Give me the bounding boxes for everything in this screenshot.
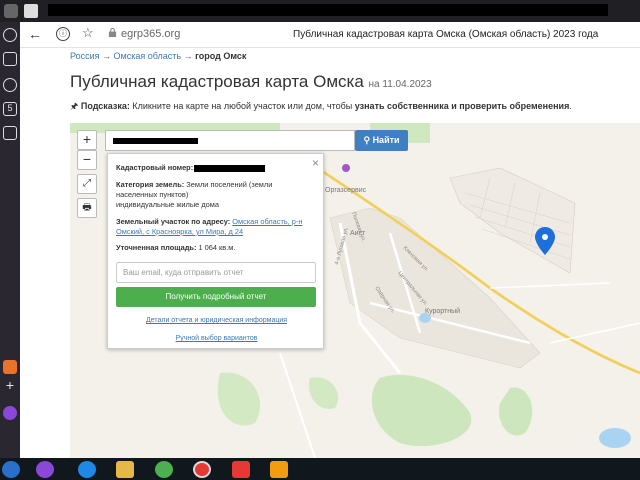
search-button-label: Найти	[372, 135, 400, 145]
map-green-area	[499, 387, 533, 436]
mail-app-icon[interactable]	[3, 360, 17, 374]
email-field[interactable]: Ваш email, куда отправить отчет	[116, 262, 316, 283]
media-player-icon[interactable]	[270, 461, 288, 478]
hint-text: Кликните на карте на любой участок или д…	[129, 101, 355, 111]
category-value-3: индивидуальные жилые дома	[116, 200, 219, 209]
map-water	[599, 428, 631, 448]
hint-end: .	[569, 101, 572, 111]
cad-number-row: Кадастровый номер:	[116, 163, 193, 173]
manual-choice-link[interactable]: Ручной выбор вариантов	[108, 335, 325, 342]
plots-area	[449, 167, 576, 274]
category-value-2: населенных пунктов)	[116, 190, 189, 199]
url-text[interactable]: egrp365.org	[121, 28, 180, 40]
windows-taskbar	[0, 458, 640, 480]
screenshot-root: 5 + ← ⓘ ☆ egrp365.org Публичная кадастро…	[0, 0, 640, 480]
breadcrumb-russia[interactable]: Россия	[70, 51, 100, 61]
address-row: Земельный участок по адресу: Омская обла…	[116, 217, 302, 227]
page-title: Публичная кадастровая карта Омска на 11.…	[70, 72, 432, 92]
map-label-kurort: Курортный	[425, 307, 460, 315]
address-bar: ← ⓘ ☆ egrp365.org Публичная кадастровая …	[20, 22, 640, 48]
back-arrow-icon[interactable]: ←	[28, 26, 42, 42]
breadcrumb-omsk-region[interactable]: Омская область	[114, 51, 182, 61]
map-green-area	[309, 377, 339, 409]
pin-icon: 🖈	[70, 101, 79, 111]
add-panel-icon[interactable]: +	[3, 378, 17, 392]
browser-tab-strip	[0, 0, 640, 22]
alice-taskbar-icon[interactable]	[36, 461, 54, 478]
play-icon[interactable]	[3, 78, 17, 92]
file-explorer-icon[interactable]	[116, 461, 134, 478]
map-green-area	[371, 374, 472, 447]
zoom-in-button[interactable]: +	[77, 130, 97, 150]
history-icon[interactable]	[3, 28, 17, 42]
ie-browser-icon[interactable]	[78, 461, 96, 478]
hint-label: Подсказка:	[80, 101, 130, 111]
parcel-info-popup: × Кадастровый номер: Категория земель: З…	[107, 153, 324, 349]
breadcrumb-separator: →	[102, 51, 112, 61]
protect-icon[interactable]: ⓘ	[56, 27, 70, 41]
zoom-out-button[interactable]: −	[77, 150, 97, 170]
bookmark-star-icon[interactable]: ☆	[82, 25, 94, 41]
chrome-icon[interactable]	[155, 461, 173, 478]
sidebar-app-badge[interactable]: 5	[3, 102, 17, 116]
close-icon[interactable]: ×	[312, 156, 319, 170]
redacted-cad-number	[194, 165, 265, 172]
address-link-1[interactable]: Омская область, р-н	[232, 217, 302, 226]
category-row: Категория земель: Земли поселений (земли	[116, 180, 272, 190]
redacted-search-value	[113, 138, 198, 144]
map-green-area	[217, 372, 261, 426]
page-title-in-bar: Публичная кадастровая карта Омска (Омска…	[293, 29, 599, 40]
page-title-text: Публичная кадастровая карта Омска	[70, 72, 364, 91]
search-icon: ⚲	[363, 135, 371, 145]
breadcrumb-separator: →	[183, 51, 193, 61]
redacted-tabs	[48, 4, 608, 16]
print-icon[interactable]: 🖶	[77, 198, 97, 218]
browser-sidebar: 5 +	[0, 22, 20, 458]
breadcrumb: Россия → Омская область → город Омск	[70, 51, 246, 61]
breadcrumb-current: город Омск	[195, 51, 247, 61]
area-label: Уточненная площадь:	[116, 243, 197, 252]
hint: 🖈 Подсказка: Кликните на карте на любой …	[70, 99, 572, 115]
cad-number-label: Кадастровый номер:	[116, 163, 194, 172]
map-road	[549, 322, 640, 344]
get-report-button[interactable]: Получить подробный отчет	[116, 287, 316, 307]
collections-icon[interactable]	[3, 52, 17, 66]
browser-menu-icon[interactable]	[4, 4, 18, 18]
category-value-1: Земли поселений (земли	[186, 180, 273, 189]
yandex-icon[interactable]	[232, 461, 250, 478]
screenshot-icon[interactable]	[3, 126, 17, 140]
hint-bold-text: узнать собственника и проверить обремене…	[354, 101, 570, 111]
address-label: Земельный участок по адресу:	[116, 217, 231, 226]
search-button[interactable]: ⚲ Найти	[355, 130, 408, 151]
report-details-link[interactable]: Детали отчета и юридическая информация	[108, 317, 325, 324]
fullscreen-icon[interactable]: ⤢	[77, 174, 97, 194]
area-value: 1 064 кв.м.	[198, 243, 236, 252]
alice-assistant-icon[interactable]	[3, 406, 17, 420]
address-link-2[interactable]: Омский, с Красноярка, ул Мира, д 24	[116, 227, 243, 237]
map-road	[279, 352, 316, 458]
map-road	[489, 282, 611, 289]
lock-icon	[108, 28, 117, 37]
windows-start-icon[interactable]	[2, 461, 20, 478]
tab-favicon-icon[interactable]	[24, 4, 38, 18]
area-row: Уточненная площадь: 1 064 кв.м.	[116, 243, 235, 253]
page-title-date: на 11.04.2023	[368, 79, 432, 90]
yandex-browser-icon[interactable]	[193, 461, 211, 478]
map-label-gas: Оргазсервис	[325, 187, 367, 194]
poi-icon[interactable]	[342, 164, 350, 172]
category-label: Категория земель:	[116, 180, 185, 189]
